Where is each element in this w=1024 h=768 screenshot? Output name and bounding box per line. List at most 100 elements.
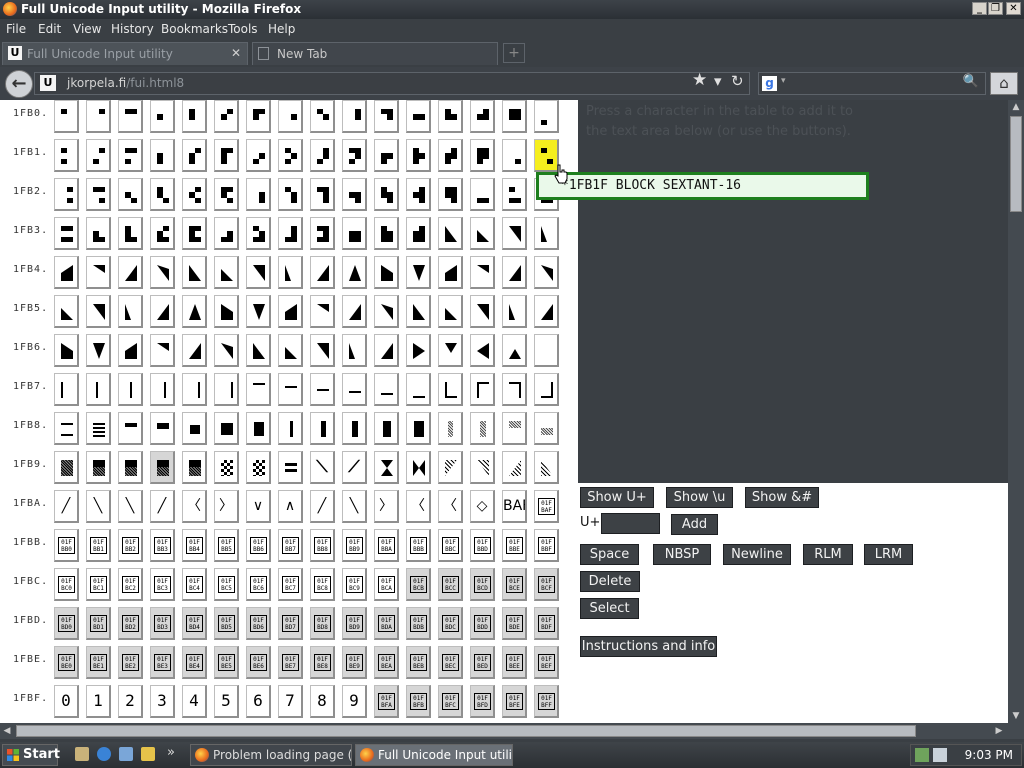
newline-button[interactable]: Newline (723, 544, 791, 565)
char-cell[interactable]: 01F BBF (534, 529, 559, 562)
char-cell[interactable] (470, 139, 495, 172)
char-cell[interactable] (54, 451, 79, 484)
char-cell[interactable]: 01F BDC (438, 607, 463, 640)
char-cell[interactable]: 01F BC2 (118, 568, 143, 601)
char-cell[interactable]: 01F BC1 (86, 568, 111, 601)
char-cell[interactable] (86, 178, 111, 211)
char-cell[interactable] (406, 139, 431, 172)
char-cell[interactable] (118, 373, 143, 406)
char-cell[interactable] (438, 373, 463, 406)
menu-view[interactable]: View (73, 22, 101, 36)
char-cell[interactable] (374, 373, 399, 406)
char-cell[interactable]: 01F BCB (406, 568, 431, 601)
char-cell[interactable]: 01F BD0 (54, 607, 79, 640)
char-cell[interactable] (374, 412, 399, 445)
char-cell[interactable] (278, 334, 303, 367)
char-cell[interactable] (246, 295, 271, 328)
menu-tools[interactable]: Tools (228, 22, 258, 36)
show-desktop-icon[interactable] (75, 747, 89, 761)
char-cell[interactable]: 01F BEE (502, 646, 527, 679)
char-cell[interactable] (278, 295, 303, 328)
char-cell[interactable] (118, 217, 143, 250)
scroll-down-icon[interactable]: ▼ (1008, 709, 1024, 723)
char-cell[interactable] (86, 373, 111, 406)
char-cell[interactable] (54, 217, 79, 250)
char-cell[interactable] (182, 334, 207, 367)
char-cell[interactable]: 9 (342, 685, 367, 718)
rlm-button[interactable]: RLM (803, 544, 853, 565)
char-cell[interactable]: 01F BDA (374, 607, 399, 640)
vertical-scroll-thumb[interactable] (1010, 116, 1022, 212)
char-cell[interactable]: 01F BAF (534, 490, 559, 523)
char-cell[interactable]: 01F BE7 (278, 646, 303, 679)
char-cell[interactable]: 01F BDF (534, 607, 559, 640)
char-cell[interactable] (150, 217, 175, 250)
char-cell[interactable] (502, 178, 527, 211)
char-cell[interactable] (502, 100, 527, 133)
char-cell[interactable]: ╲ (118, 490, 143, 523)
char-cell[interactable] (406, 295, 431, 328)
char-cell[interactable] (214, 373, 239, 406)
char-cell[interactable] (310, 334, 335, 367)
char-cell[interactable] (118, 295, 143, 328)
char-cell[interactable]: 〈 (406, 490, 431, 523)
char-cell[interactable]: 01F BC6 (246, 568, 271, 601)
char-cell[interactable]: 01F BCF (534, 568, 559, 601)
char-cell[interactable]: 01F BD5 (214, 607, 239, 640)
char-cell[interactable]: ⟍ (310, 451, 335, 484)
char-cell[interactable] (118, 256, 143, 289)
delete-button[interactable]: Delete (580, 571, 640, 592)
char-cell[interactable] (278, 178, 303, 211)
char-cell[interactable] (214, 334, 239, 367)
char-cell[interactable]: 1 (86, 685, 111, 718)
char-cell[interactable] (438, 412, 463, 445)
char-cell[interactable] (310, 178, 335, 211)
char-cell[interactable]: ◇ (470, 490, 495, 523)
char-cell[interactable] (406, 451, 431, 484)
char-cell[interactable] (278, 256, 303, 289)
char-cell[interactable] (534, 295, 559, 328)
char-cell[interactable] (246, 373, 271, 406)
vertical-scrollbar[interactable]: ▲ ▼ (1008, 100, 1024, 723)
char-cell[interactable] (470, 100, 495, 133)
char-cell[interactable]: 01F BEF (534, 646, 559, 679)
menu-bookmarks[interactable]: Bookmarks (161, 22, 228, 36)
char-cell[interactable] (406, 217, 431, 250)
char-cell[interactable] (118, 139, 143, 172)
char-cell[interactable]: 01F BB1 (86, 529, 111, 562)
select-button[interactable]: Select (580, 598, 639, 619)
char-cell[interactable] (246, 139, 271, 172)
char-cell[interactable] (374, 100, 399, 133)
char-cell[interactable] (246, 256, 271, 289)
char-cell[interactable]: 01F BC9 (342, 568, 367, 601)
char-cell[interactable] (438, 178, 463, 211)
char-cell[interactable] (310, 373, 335, 406)
char-cell[interactable]: 01F BE9 (342, 646, 367, 679)
char-cell[interactable] (406, 256, 431, 289)
char-cell[interactable] (86, 217, 111, 250)
code-point-input[interactable] (601, 513, 660, 534)
char-cell[interactable]: 01F BD3 (150, 607, 175, 640)
instructions-button[interactable]: Instructions and info (580, 636, 717, 657)
menu-history[interactable]: History (111, 22, 154, 36)
char-cell[interactable] (342, 334, 367, 367)
char-cell[interactable] (342, 256, 367, 289)
char-cell[interactable] (502, 334, 527, 367)
scroll-left-icon[interactable]: ◀ (0, 723, 14, 739)
char-cell[interactable]: 01F BB8 (310, 529, 335, 562)
char-cell[interactable] (406, 373, 431, 406)
char-cell[interactable]: ∧ (278, 490, 303, 523)
char-cell[interactable] (406, 334, 431, 367)
show-amp-button[interactable]: Show &# (745, 487, 819, 508)
site-identity-icon[interactable]: U (40, 75, 56, 91)
char-cell[interactable] (246, 100, 271, 133)
char-cell[interactable] (534, 217, 559, 250)
char-cell[interactable]: ╱ (54, 490, 79, 523)
char-cell[interactable]: 01F BB3 (150, 529, 175, 562)
char-cell[interactable] (214, 295, 239, 328)
char-cell[interactable] (54, 295, 79, 328)
char-cell[interactable] (150, 139, 175, 172)
char-cell[interactable] (502, 295, 527, 328)
nbsp-button[interactable]: NBSP (653, 544, 711, 565)
char-cell[interactable] (438, 100, 463, 133)
